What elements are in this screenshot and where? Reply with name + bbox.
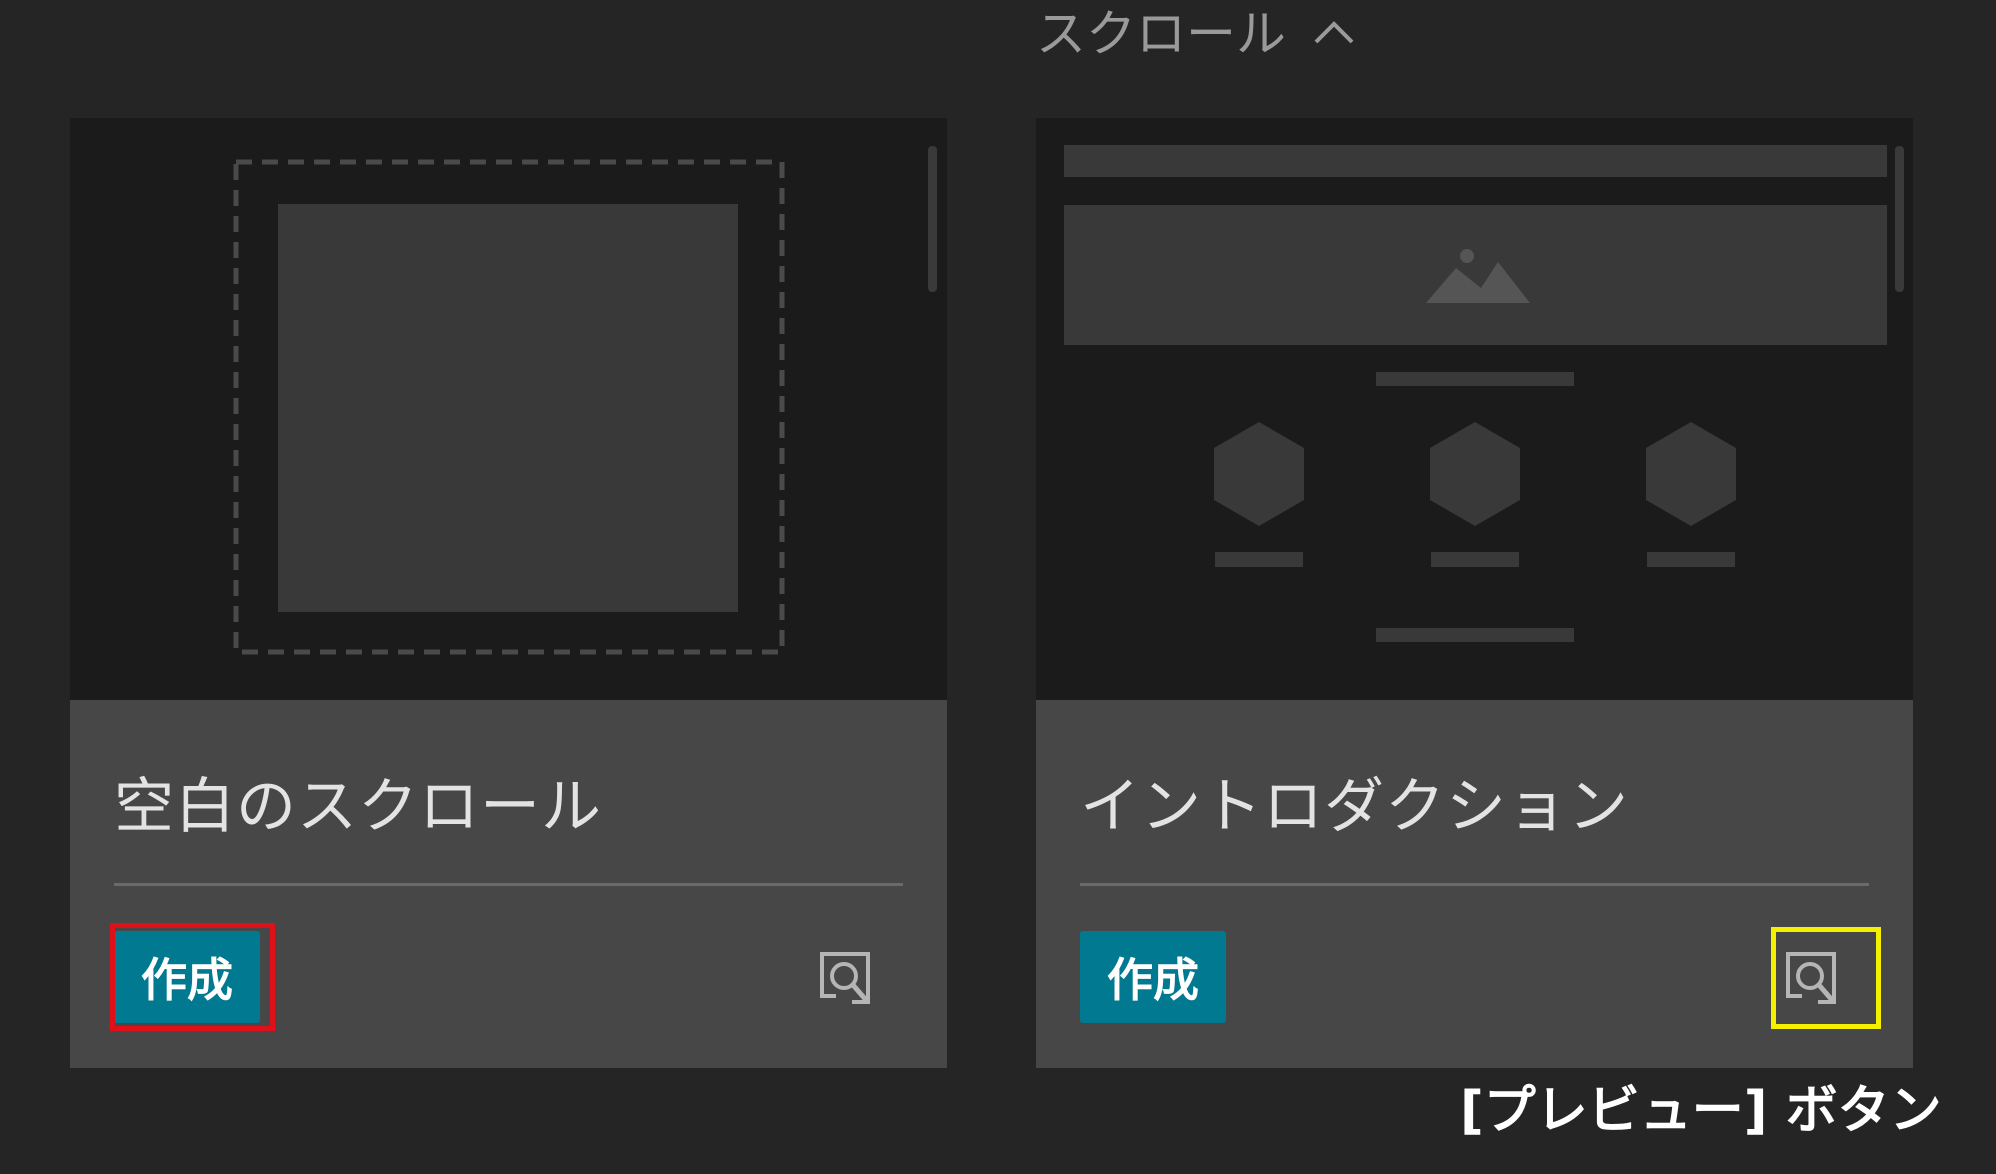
preview-search-icon — [1786, 952, 1836, 1004]
card-divider — [114, 883, 903, 886]
preview-search-icon — [820, 952, 870, 1004]
preview-button[interactable] — [1780, 948, 1840, 1008]
section-toggle-scroll[interactable]: スクロール — [1036, 0, 1356, 63]
create-button[interactable]: 作成 — [1080, 931, 1226, 1023]
chevron-up-icon — [1312, 8, 1356, 52]
card-title: 空白のスクロール — [114, 772, 602, 842]
create-button[interactable]: 作成 — [114, 931, 260, 1023]
card-divider — [1080, 883, 1869, 886]
blank-scroll-thumbnail — [70, 118, 947, 700]
template-card-introduction: イントロダクション 作成 — [1036, 118, 1913, 1068]
template-card-blank-scroll: 空白のスクロール 作成 — [70, 118, 947, 1068]
card-title: イントロダクション — [1080, 772, 1629, 842]
introduction-thumbnail — [1036, 118, 1913, 700]
preview-button-callout: [プレビュー] ボタン — [1460, 1081, 1942, 1141]
section-label: スクロール — [1036, 5, 1286, 63]
preview-button[interactable] — [814, 948, 874, 1008]
